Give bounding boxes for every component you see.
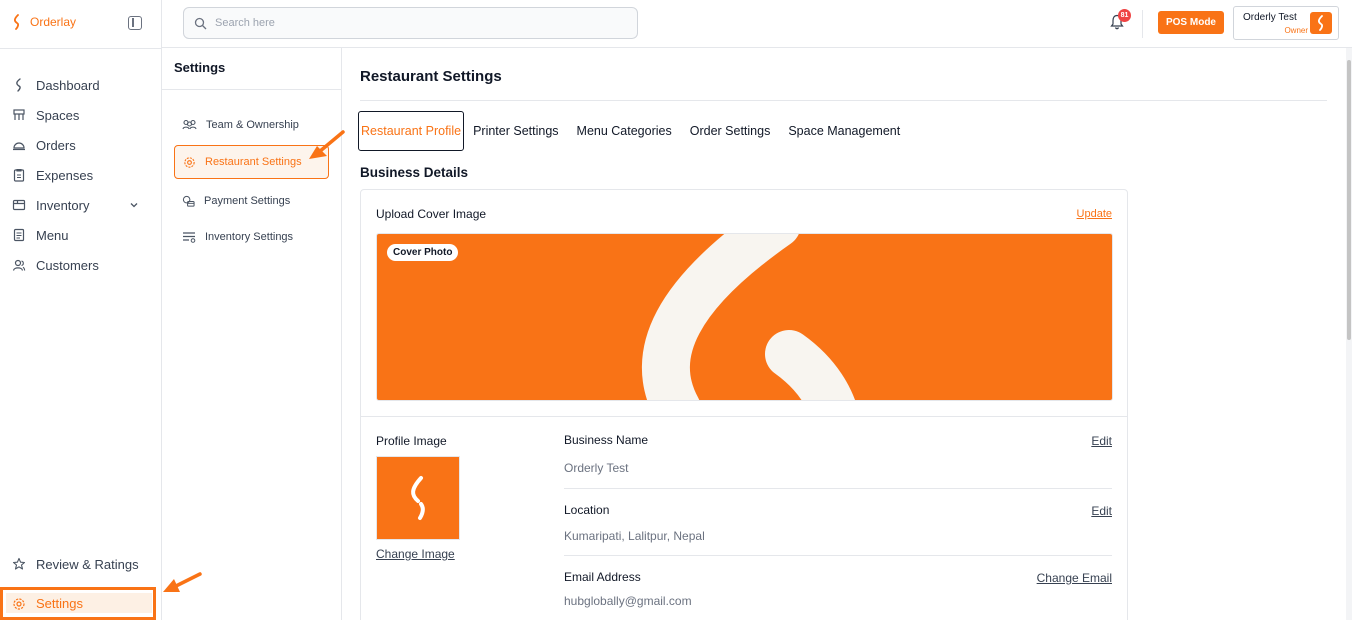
main-content: Restaurant Settings Restaurant Profile P… bbox=[342, 48, 1342, 620]
scrollbar-thumb[interactable] bbox=[1347, 60, 1351, 340]
page-title: Restaurant Settings bbox=[360, 68, 502, 85]
field-value: Kumaripati, Lalitpur, Nepal bbox=[564, 529, 705, 543]
subnav-item-label: Team & Ownership bbox=[206, 119, 299, 131]
cover-photo-badge: Cover Photo bbox=[387, 244, 459, 261]
field-label: Email Address bbox=[564, 570, 641, 584]
sidebar-item-settings[interactable]: Settings bbox=[0, 587, 156, 620]
orderlay-logo-artwork bbox=[641, 234, 855, 400]
spaces-icon bbox=[13, 109, 25, 120]
sidebar-item-dashboard[interactable]: Dashboard bbox=[0, 70, 161, 100]
edit-location-link[interactable]: Edit bbox=[1091, 504, 1112, 518]
cover-image: Cover Photo bbox=[376, 233, 1113, 401]
sidebar-item-orders[interactable]: Orders bbox=[0, 130, 161, 160]
inventory-icon bbox=[12, 199, 26, 211]
business-name-field: Business Name Orderly Test Edit bbox=[564, 433, 1112, 475]
field-value: hubglobally@gmail.com bbox=[564, 594, 692, 608]
profile-image-label: Profile Image bbox=[376, 434, 447, 448]
sidebar-item-label: Spaces bbox=[36, 107, 80, 123]
menu-icon bbox=[13, 228, 25, 242]
sidebar-item-expenses[interactable]: Expenses bbox=[0, 160, 161, 190]
subnav-item-label: Payment Settings bbox=[204, 195, 291, 207]
main-sidebar: Orderlay Dashboard Spaces Orders Expense… bbox=[0, 0, 162, 620]
orderlay-logo-icon bbox=[13, 14, 19, 30]
tab-printer-settings[interactable]: Printer Settings bbox=[464, 111, 567, 151]
chevron-down-icon[interactable] bbox=[127, 200, 141, 210]
user-name: Orderly Test bbox=[1243, 12, 1297, 23]
tab-order-settings[interactable]: Order Settings bbox=[681, 111, 780, 151]
sidebar-divider bbox=[0, 48, 161, 49]
tab-menu-categories[interactable]: Menu Categories bbox=[568, 111, 681, 151]
business-details-card: Upload Cover Image Update Cover Photo Pr… bbox=[360, 189, 1128, 620]
sidebar-item-inventory[interactable]: Inventory bbox=[0, 190, 161, 220]
orderlay-logo-icon bbox=[1317, 15, 1323, 31]
sidebar-item-label: Orders bbox=[36, 137, 76, 153]
user-role: Owner bbox=[1284, 26, 1308, 35]
sidebar-item-customers[interactable]: Customers bbox=[0, 250, 161, 280]
search-input[interactable] bbox=[215, 17, 615, 29]
field-value: Orderly Test bbox=[564, 461, 629, 475]
sidebar-item-label: Dashboard bbox=[36, 77, 100, 93]
subnav-item-inventory-settings[interactable]: Inventory Settings bbox=[174, 220, 329, 254]
sidebar-item-label: Settings bbox=[36, 596, 83, 611]
sidebar-item-label: Customers bbox=[36, 257, 99, 273]
sidebar-item-label: Inventory bbox=[36, 197, 90, 213]
tab-restaurant-profile[interactable]: Restaurant Profile bbox=[358, 111, 465, 151]
pos-mode-button[interactable]: POS Mode bbox=[1158, 11, 1224, 34]
subnav-item-label: Restaurant Settings bbox=[205, 156, 302, 168]
search-icon bbox=[194, 17, 207, 29]
star-icon bbox=[12, 557, 26, 570]
change-email-link[interactable]: Change Email bbox=[1037, 571, 1112, 585]
sidebar-item-label: Menu bbox=[36, 227, 69, 243]
field-label: Location bbox=[564, 503, 610, 517]
gear-icon bbox=[13, 597, 25, 610]
sidebar-item-spaces[interactable]: Spaces bbox=[0, 100, 161, 130]
avatar bbox=[1310, 12, 1332, 34]
update-cover-link[interactable]: Update bbox=[1077, 208, 1112, 220]
team-icon bbox=[182, 119, 197, 130]
gear-icon bbox=[184, 156, 195, 168]
subnav-title: Settings bbox=[174, 60, 226, 75]
cover-image-label: Upload Cover Image bbox=[376, 207, 487, 221]
subnav-divider bbox=[162, 89, 341, 90]
profile-image bbox=[376, 456, 460, 540]
email-field: Email Address hubglobally@gmail.com Chan… bbox=[564, 570, 1112, 608]
cloche-icon bbox=[13, 142, 25, 151]
settings-tabs: Restaurant Profile Printer Settings Menu… bbox=[358, 111, 909, 151]
payment-icon bbox=[182, 195, 195, 207]
sidebar-item-label: Review & Ratings bbox=[36, 556, 139, 572]
brand[interactable]: Orderlay bbox=[12, 14, 76, 30]
card-divider bbox=[361, 416, 1127, 417]
collapse-sidebar-icon[interactable] bbox=[128, 16, 142, 30]
field-label: Business Name bbox=[564, 433, 649, 447]
sidebar-item-menu[interactable]: Menu bbox=[0, 220, 161, 250]
sidebar-nav: Dashboard Spaces Orders Expenses Invento… bbox=[0, 70, 161, 280]
annotation-arrow-icon bbox=[309, 130, 345, 159]
tab-space-management[interactable]: Space Management bbox=[779, 111, 909, 151]
sidebar-item-label: Expenses bbox=[36, 167, 94, 183]
search-box[interactable] bbox=[183, 7, 638, 39]
field-divider bbox=[564, 555, 1112, 556]
inventory-settings-icon bbox=[183, 232, 196, 243]
brand-name: Orderlay bbox=[30, 15, 77, 29]
subnav-item-payment-settings[interactable]: Payment Settings bbox=[174, 184, 329, 218]
notification-badge: 81 bbox=[1118, 9, 1131, 22]
clipboard-icon bbox=[13, 168, 25, 182]
title-divider bbox=[360, 100, 1327, 101]
subnav-item-label: Inventory Settings bbox=[205, 231, 294, 243]
edit-business-name-link[interactable]: Edit bbox=[1091, 434, 1112, 448]
location-field: Location Kumaripati, Lalitpur, Nepal Edi… bbox=[564, 503, 1112, 543]
users-icon bbox=[12, 259, 26, 271]
field-divider bbox=[564, 488, 1112, 489]
change-image-link[interactable]: Change Image bbox=[376, 547, 455, 561]
orderlay-logo-icon bbox=[411, 476, 425, 520]
orderlay-logo-icon bbox=[16, 78, 21, 92]
topbar-divider bbox=[1142, 10, 1143, 38]
sidebar-item-review-ratings[interactable]: Review & Ratings bbox=[0, 549, 161, 579]
topbar: 81 POS Mode Orderly Test Owner bbox=[162, 0, 1352, 48]
user-menu[interactable]: Orderly Test Owner bbox=[1233, 6, 1339, 40]
section-title: Business Details bbox=[360, 165, 469, 180]
sidebar-bottom: Review & Ratings bbox=[0, 549, 161, 579]
annotation-arrow-icon bbox=[163, 572, 202, 592]
